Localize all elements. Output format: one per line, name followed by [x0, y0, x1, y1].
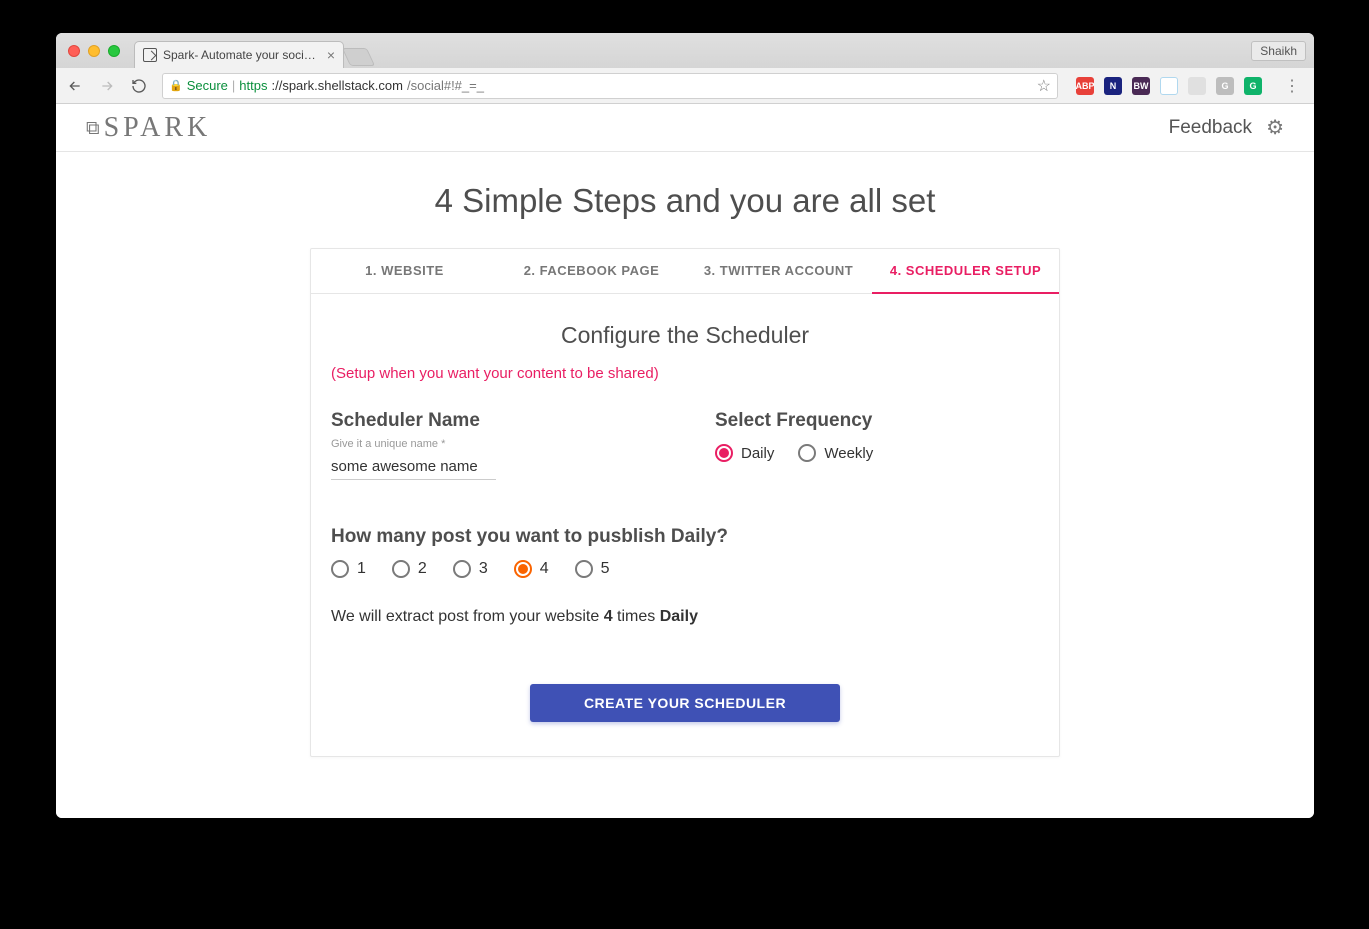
spark-logo[interactable]: ⧉SPARK [86, 112, 211, 144]
radio-circle-icon [715, 444, 733, 462]
radio-post-count-4[interactable]: 4 [514, 560, 549, 578]
section-title: Configure the Scheduler [331, 322, 1039, 349]
header-actions: Feedback ⚙ [1169, 115, 1284, 140]
close-tab-button[interactable]: × [327, 47, 335, 63]
logo-icon: ⧉ [86, 118, 104, 139]
close-window-button[interactable] [68, 45, 80, 57]
extension-icon-circle[interactable] [1188, 77, 1206, 95]
radio-label: Weekly [824, 445, 873, 462]
radio-circle-icon [575, 560, 593, 578]
address-bar[interactable]: 🔒 Secure | https://spark.shellstack.com/… [162, 73, 1058, 99]
radio-frequency-weekly[interactable]: Weekly [798, 444, 873, 462]
tab-twitter-account[interactable]: 3. TWITTER ACCOUNT [685, 249, 872, 293]
app-header: ⧉SPARK Feedback ⚙ [56, 104, 1314, 152]
radio-post-count-3[interactable]: 3 [453, 560, 488, 578]
minimize-window-button[interactable] [88, 45, 100, 57]
radio-circle-icon [331, 560, 349, 578]
frequency-label: Select Frequency [715, 410, 1039, 432]
radio-frequency-daily[interactable]: Daily [715, 444, 774, 462]
window-controls [68, 45, 120, 57]
tab-website[interactable]: 1. WEBSITE [311, 249, 498, 293]
scheduler-name-input[interactable] [331, 452, 496, 480]
card-body: Configure the Scheduler (Setup when you … [311, 294, 1059, 756]
tab-facebook-page[interactable]: 2. FACEBOOK PAGE [498, 249, 685, 293]
tab-title: Spark- Automate your social m [163, 48, 321, 62]
url-host: ://spark.shellstack.com [271, 78, 403, 93]
radio-label: 5 [601, 560, 610, 578]
extract-summary: We will extract post from your website 4… [331, 608, 1039, 626]
browser-window: Spark- Automate your social m × Shaikh 🔒… [56, 33, 1314, 818]
radio-label: 2 [418, 560, 427, 578]
toolbar: 🔒 Secure | https://spark.shellstack.com/… [56, 68, 1314, 104]
new-tab-button[interactable] [342, 48, 375, 66]
grammarly-extension-icon[interactable]: G [1244, 77, 1262, 95]
gear-icon[interactable]: ⚙ [1266, 115, 1284, 140]
extension-icon-bw[interactable]: BW [1132, 77, 1150, 95]
page-title: 4 Simple Steps and you are all set [56, 182, 1314, 220]
url-protocol: https [239, 78, 267, 93]
extension-icons: ABP N BW S G G [1072, 77, 1266, 95]
radio-post-count-5[interactable]: 5 [575, 560, 610, 578]
tab-strip: Spark- Automate your social m × Shaikh [56, 33, 1314, 68]
lock-icon: 🔒 [169, 79, 183, 92]
section-subtitle: (Setup when you want your content to be … [331, 365, 1039, 382]
radio-circle-icon [798, 444, 816, 462]
profile-badge[interactable]: Shaikh [1251, 41, 1306, 61]
bookmark-star-icon[interactable]: ☆ [1037, 76, 1051, 96]
extension-icon-n[interactable]: N [1104, 77, 1122, 95]
adblock-extension-icon[interactable]: ABP [1076, 77, 1094, 95]
reload-button[interactable] [130, 77, 148, 95]
step-tabs: 1. WEBSITE 2. FACEBOOK PAGE 3. TWITTER A… [311, 249, 1059, 294]
favicon-icon [143, 48, 157, 62]
feedback-link[interactable]: Feedback [1169, 117, 1252, 139]
extension-icon-s[interactable]: S [1160, 77, 1178, 95]
frequency-col: Select Frequency Daily Weekly [715, 410, 1039, 480]
post-count-question: How many post you want to pusblish Daily… [331, 526, 1039, 548]
radio-label: 4 [540, 560, 549, 578]
scheduler-name-hint: Give it a unique name * [331, 438, 655, 450]
radio-label: 3 [479, 560, 488, 578]
radio-circle-icon [453, 560, 471, 578]
url-path: /social#!#_=_ [407, 78, 484, 93]
browser-menu-button[interactable]: ⋮ [1280, 76, 1304, 96]
scheduler-name-col: Scheduler Name Give it a unique name * [331, 410, 655, 480]
tab-scheduler-setup[interactable]: 4. SCHEDULER SETUP [872, 249, 1059, 294]
radio-circle-icon [392, 560, 410, 578]
scheduler-name-label: Scheduler Name [331, 410, 655, 432]
wizard-card: 1. WEBSITE 2. FACEBOOK PAGE 3. TWITTER A… [310, 248, 1060, 757]
radio-label: 1 [357, 560, 366, 578]
back-button[interactable] [66, 77, 84, 95]
create-scheduler-button[interactable]: CREATE YOUR SCHEDULER [530, 684, 840, 722]
forward-button[interactable] [98, 77, 116, 95]
page: ⧉SPARK Feedback ⚙ 4 Simple Steps and you… [56, 104, 1314, 818]
maximize-window-button[interactable] [108, 45, 120, 57]
extension-icon-g[interactable]: G [1216, 77, 1234, 95]
radio-label: Daily [741, 445, 774, 462]
browser-tab[interactable]: Spark- Automate your social m × [134, 41, 344, 68]
secure-label: Secure [187, 78, 228, 93]
radio-post-count-1[interactable]: 1 [331, 560, 366, 578]
radio-circle-icon [514, 560, 532, 578]
radio-post-count-2[interactable]: 2 [392, 560, 427, 578]
